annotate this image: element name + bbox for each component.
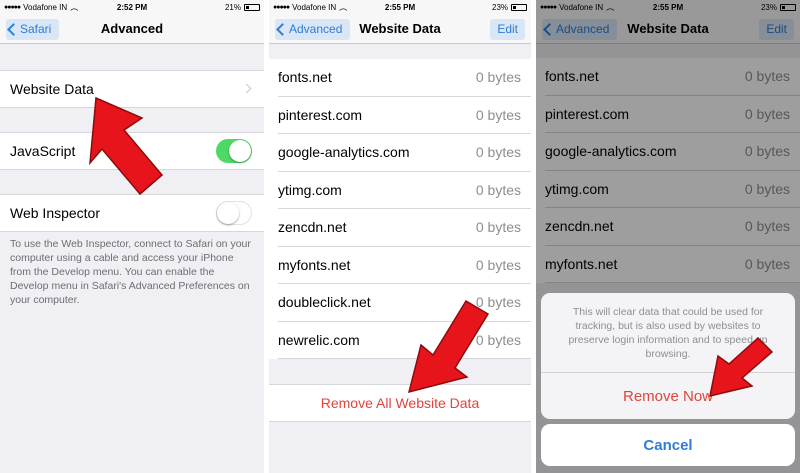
toggle-knob [217, 202, 239, 224]
advanced-settings-screen: ●●●●● Vodafone IN ︵ 2:52 PM 21% Advanced… [0, 0, 264, 473]
list-item[interactable]: fonts.net 0 bytes [278, 59, 531, 97]
navigation-bar: Website Data Advanced Edit [269, 14, 531, 44]
action-sheet: This will clear data that could be used … [541, 293, 795, 419]
carrier-label: Vodafone IN [23, 2, 68, 12]
list-item[interactable]: zencdn.net 0 bytes [278, 209, 531, 247]
clock: 2:52 PM [116, 2, 148, 12]
website-domain: ytimg.com [278, 181, 342, 198]
website-domain: newrelic.com [278, 331, 360, 348]
chevron-right-icon [241, 83, 252, 94]
website-data-cell[interactable]: Website Data [0, 70, 264, 108]
action-sheet-message: This will clear data that could be used … [541, 293, 795, 373]
list-item[interactable]: pinterest.com 0 bytes [278, 97, 531, 134]
data-size: 0 bytes [475, 144, 521, 161]
website-domain: google-analytics.com [278, 144, 410, 161]
carrier-label: Vodafone IN [292, 2, 337, 12]
website-data-screen: ●●●●● Vodafone IN ︵ 2:55 PM 23% Website … [269, 0, 531, 473]
web-inspector-help-text: To use the Web Inspector, connect to Saf… [10, 238, 251, 306]
wifi-icon: ︵ [70, 2, 79, 12]
list-item[interactable]: doubleclick.net 0 bytes [278, 284, 531, 322]
website-domain: fonts.net [278, 69, 332, 86]
remove-confirmation-screen: ●●●●● Vodafone IN ︵ 2:55 PM 23% Website … [536, 0, 800, 473]
remove-now-button[interactable]: Remove Now [541, 373, 795, 419]
status-bar: ●●●●● Vodafone IN ︵ 2:52 PM 21% [0, 0, 264, 14]
website-data-label: Website Data [10, 81, 94, 97]
javascript-toggle[interactable] [216, 139, 252, 163]
javascript-label: JavaScript [10, 143, 76, 159]
edit-button[interactable]: Edit [490, 19, 525, 40]
data-size: 0 bytes [475, 294, 521, 311]
battery-icon [243, 3, 260, 11]
data-size: 0 bytes [475, 256, 521, 273]
web-inspector-toggle[interactable] [216, 201, 252, 225]
website-domain: zencdn.net [278, 219, 347, 236]
website-data-list: fonts.net 0 bytes pinterest.com 0 bytes goog… [269, 59, 531, 359]
web-inspector-label: Web Inspector [10, 205, 101, 221]
wifi-icon: ︵ [339, 2, 348, 12]
data-size: 0 bytes [475, 181, 521, 198]
javascript-cell: JavaScript [0, 132, 264, 170]
signal-icon: ●●●●● [273, 3, 290, 11]
website-domain: doubleclick.net [278, 294, 371, 311]
toggle-knob [229, 140, 251, 162]
list-item[interactable]: myfonts.net 0 bytes [278, 247, 531, 284]
back-button[interactable]: Advanced [275, 19, 351, 40]
remove-all-website-data-button[interactable]: Remove All Website Data [269, 384, 531, 422]
back-button[interactable]: Safari [6, 19, 60, 40]
website-domain: pinterest.com [278, 106, 363, 123]
battery-icon [511, 3, 528, 11]
battery-fill [513, 5, 517, 9]
clock: 2:55 PM [384, 2, 416, 12]
data-size: 0 bytes [475, 69, 521, 86]
website-domain: myfonts.net [278, 256, 351, 273]
data-size: 0 bytes [475, 219, 521, 236]
list-item[interactable]: ytimg.com 0 bytes [278, 172, 531, 209]
data-size: 0 bytes [475, 106, 521, 123]
web-inspector-cell: Web Inspector [0, 194, 264, 232]
list-item[interactable]: google-analytics.com 0 bytes [278, 134, 531, 172]
signal-icon: ●●●●● [4, 3, 21, 11]
battery-fill [245, 5, 249, 9]
navigation-bar: Advanced Safari [0, 14, 264, 44]
list-item[interactable]: newrelic.com 0 bytes [278, 322, 531, 359]
battery-percent: 23% [492, 2, 509, 12]
cancel-button[interactable]: Cancel [541, 424, 795, 466]
data-size: 0 bytes [475, 331, 521, 348]
battery-percent: 21% [224, 2, 241, 12]
status-bar: ●●●●● Vodafone IN ︵ 2:55 PM 23% [269, 0, 531, 14]
